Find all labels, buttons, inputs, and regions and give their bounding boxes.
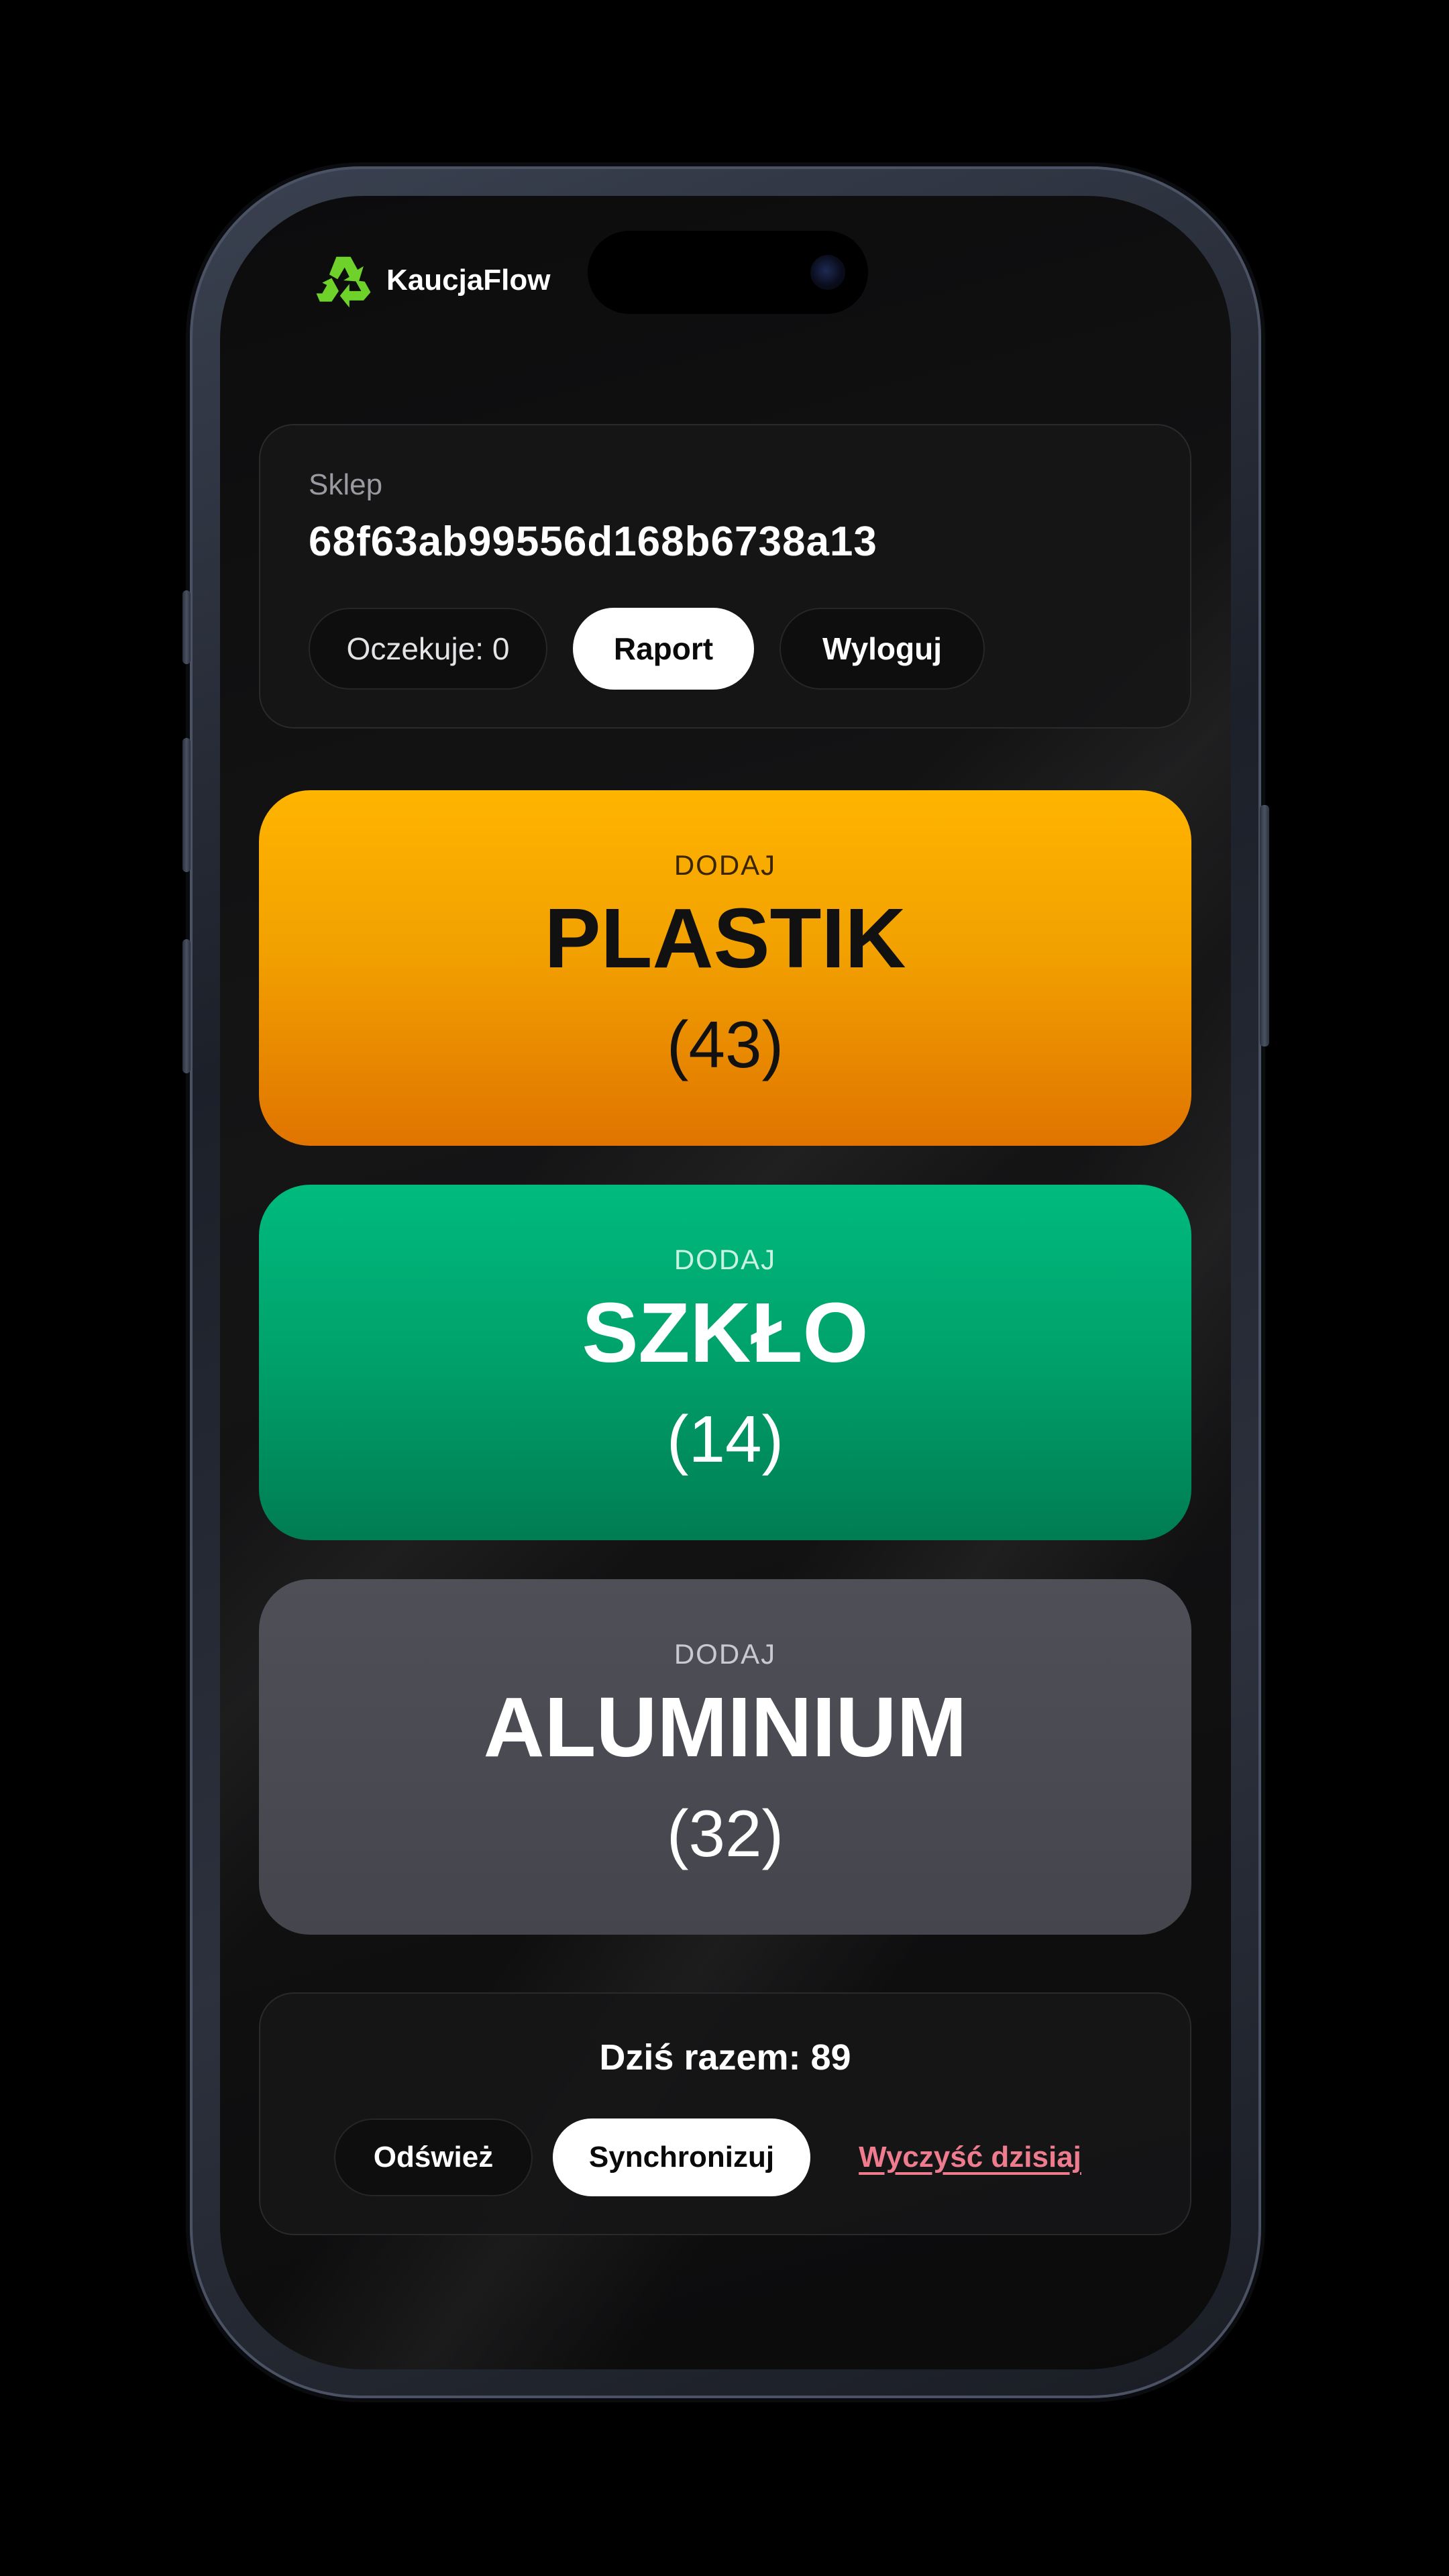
summary-card: Dziś razem: 89 Odśwież Synchronizuj Wycz… (259, 1992, 1191, 2235)
material-name: SZKŁO (582, 1285, 869, 1380)
camera-icon (810, 255, 845, 290)
app-screen: KaucjaFlow Sklep 68f63ab99556d168b6738a1… (220, 196, 1231, 2369)
dynamic-island (588, 231, 868, 314)
add-aluminium-button[interactable]: DODAJ ALUMINIUM (32) (259, 1579, 1191, 1935)
recycle-icon (316, 256, 371, 308)
store-label: Sklep (309, 468, 383, 501)
add-plastik-button[interactable]: DODAJ PLASTIK (43) (259, 790, 1191, 1146)
volume-up-button (182, 738, 191, 872)
app-name: KaucjaFlow (386, 264, 551, 297)
material-count: (14) (666, 1402, 784, 1476)
volume-down-button (182, 939, 191, 1073)
add-kicker: DODAJ (674, 1244, 777, 1275)
report-button[interactable]: Raport (573, 608, 754, 690)
pending-badge: Oczekuje: 0 (309, 608, 547, 690)
add-kicker: DODAJ (674, 1638, 777, 1670)
add-kicker: DODAJ (674, 849, 777, 881)
material-name: PLASTIK (544, 891, 906, 985)
material-name: ALUMINIUM (483, 1680, 967, 1774)
store-id: 68f63ab99556d168b6738a13 (309, 519, 877, 565)
material-count: (43) (666, 1008, 784, 1081)
add-szklo-button[interactable]: DODAJ SZKŁO (14) (259, 1185, 1191, 1540)
power-button (1260, 805, 1269, 1046)
material-count: (32) (666, 1796, 784, 1870)
sync-button[interactable]: Synchronizuj (553, 2118, 810, 2196)
action-button (182, 590, 191, 664)
daily-total: Dziś razem: 89 (599, 2037, 851, 2078)
logout-button[interactable]: Wyloguj (780, 608, 985, 690)
clear-today-link[interactable]: Wyczyść dzisiaj (851, 2118, 1089, 2196)
refresh-button[interactable]: Odśwież (334, 2118, 533, 2196)
store-card: Sklep 68f63ab99556d168b6738a13 Oczekuje:… (259, 424, 1191, 729)
app-brand: KaucjaFlow (314, 251, 551, 310)
